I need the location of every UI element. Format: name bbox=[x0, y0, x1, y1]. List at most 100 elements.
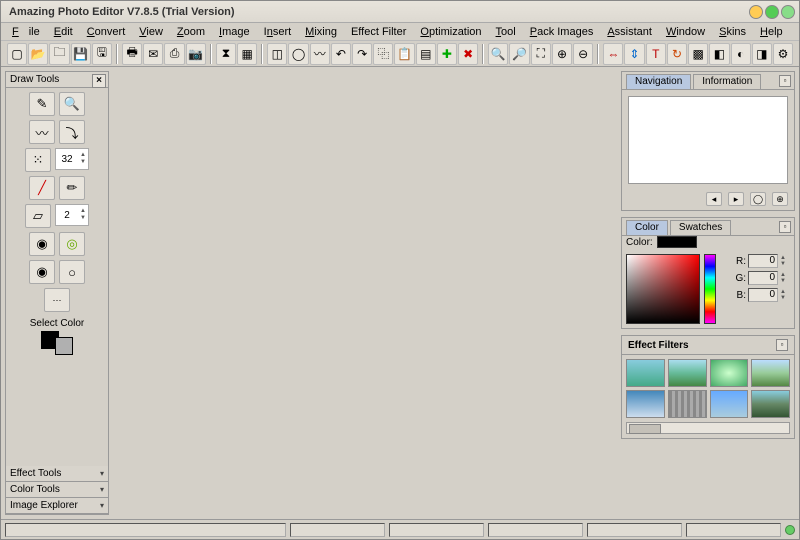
menu-insert[interactable]: Insert bbox=[259, 25, 297, 39]
brush-tool[interactable]: 〰 bbox=[29, 120, 55, 144]
color-tools-header[interactable]: Color Tools ▾ bbox=[6, 482, 108, 498]
new-file-icon[interactable]: ▢ bbox=[7, 43, 27, 65]
zoom-out-icon[interactable]: 🔎 bbox=[509, 43, 529, 65]
expand-arrow-icon[interactable]: ▾ bbox=[100, 469, 104, 478]
tab-navigation[interactable]: Navigation bbox=[626, 74, 691, 89]
color-gradient-picker[interactable] bbox=[626, 254, 700, 324]
curve-tool[interactable]: ⤵ bbox=[59, 120, 85, 144]
image-explorer-header[interactable]: Image Explorer ▾ bbox=[6, 498, 108, 514]
menu-pack-images[interactable]: Pack Images bbox=[525, 25, 599, 39]
timer-icon[interactable]: ⧗ bbox=[216, 43, 236, 65]
magnify-tool[interactable]: 🔍 bbox=[59, 92, 85, 116]
eyedropper-tool[interactable]: ✎ bbox=[29, 92, 55, 116]
browse-icon[interactable]: 🗀 bbox=[49, 43, 69, 65]
ring-tool[interactable]: ○ bbox=[59, 260, 85, 284]
circle-fill-tool[interactable]: ◉ bbox=[29, 232, 55, 256]
mail-icon[interactable]: ✉ bbox=[143, 43, 163, 65]
g-value[interactable]: 0 bbox=[748, 271, 778, 285]
menu-mixing[interactable]: Mixing bbox=[300, 25, 342, 39]
more-tools[interactable]: ⋯ bbox=[44, 288, 70, 312]
menu-window[interactable]: Window bbox=[661, 25, 710, 39]
effect-thumb[interactable] bbox=[626, 390, 665, 418]
refresh-icon[interactable]: ↻ bbox=[667, 43, 687, 65]
copy-icon[interactable]: ⿻ bbox=[373, 43, 393, 65]
levels-icon[interactable]: ◧ bbox=[709, 43, 729, 65]
select-rect-icon[interactable]: ◫ bbox=[267, 43, 287, 65]
menu-image[interactable]: Image bbox=[214, 25, 255, 39]
adjust-icon[interactable]: ▩ bbox=[688, 43, 708, 65]
radial-tool[interactable]: ◉ bbox=[29, 260, 55, 284]
paste-icon[interactable]: 📋 bbox=[394, 43, 414, 65]
undo-icon[interactable]: ↶ bbox=[331, 43, 351, 65]
layers-icon[interactable]: ▤ bbox=[416, 43, 436, 65]
nav-zoom-icon[interactable]: ⊕ bbox=[772, 192, 788, 206]
r-spinner[interactable]: ▲▼ bbox=[780, 255, 790, 267]
maximize-button[interactable] bbox=[765, 5, 779, 19]
batch-icon[interactable]: ▦ bbox=[237, 43, 257, 65]
menu-assistant[interactable]: Assistant bbox=[602, 25, 657, 39]
expand-arrow-icon[interactable]: ▾ bbox=[100, 501, 104, 510]
menu-file[interactable]: File bbox=[7, 25, 45, 39]
line-size-input[interactable] bbox=[56, 210, 78, 221]
navigation-preview[interactable] bbox=[628, 96, 788, 184]
menu-skins[interactable]: Skins bbox=[714, 25, 751, 39]
canvas-area[interactable] bbox=[109, 67, 621, 519]
zoom-fit-icon[interactable]: ⛶ bbox=[531, 43, 551, 65]
effect-thumb[interactable] bbox=[751, 359, 790, 387]
effect-thumb[interactable] bbox=[668, 390, 707, 418]
flip-v-icon[interactable]: ⇕ bbox=[624, 43, 644, 65]
lasso-icon[interactable]: 〰 bbox=[310, 43, 330, 65]
line-tool[interactable]: ╱ bbox=[29, 176, 55, 200]
panel-close-icon[interactable]: × bbox=[92, 74, 106, 88]
tab-color[interactable]: Color bbox=[626, 220, 668, 235]
zoom-actual-icon[interactable]: ⊕ bbox=[552, 43, 572, 65]
expand-arrow-icon[interactable]: ▾ bbox=[100, 485, 104, 494]
open-file-icon[interactable]: 📂 bbox=[28, 43, 48, 65]
minimize-button[interactable] bbox=[749, 5, 763, 19]
settings-icon[interactable]: ⚙ bbox=[773, 43, 793, 65]
nav-next-icon[interactable]: ▸ bbox=[728, 192, 744, 206]
effect-tools-header[interactable]: Effect Tools ▾ bbox=[6, 466, 108, 482]
menu-zoom[interactable]: Zoom bbox=[172, 25, 210, 39]
contrast-icon[interactable]: ◐ bbox=[731, 43, 751, 65]
zoom-in-icon[interactable]: 🔍 bbox=[488, 43, 508, 65]
menu-help[interactable]: Help bbox=[755, 25, 788, 39]
circle-green-tool[interactable]: ◎ bbox=[59, 232, 85, 256]
g-spinner[interactable]: ▲▼ bbox=[780, 272, 790, 284]
b-spinner[interactable]: ▲▼ bbox=[780, 289, 790, 301]
panel-menu-icon[interactable]: ▫ bbox=[776, 339, 788, 351]
nav-fit-icon[interactable]: ◯ bbox=[750, 192, 766, 206]
background-color-swatch[interactable] bbox=[55, 337, 73, 355]
delete-icon[interactable]: ✖ bbox=[458, 43, 478, 65]
text-icon[interactable]: T bbox=[646, 43, 666, 65]
crop-icon[interactable]: ✚ bbox=[437, 43, 457, 65]
effect-thumb[interactable] bbox=[668, 359, 707, 387]
r-value[interactable]: 0 bbox=[748, 254, 778, 268]
save-as-icon[interactable]: 🖫 bbox=[92, 43, 112, 65]
effect-thumb[interactable] bbox=[751, 390, 790, 418]
eraser-tool[interactable]: ▱ bbox=[25, 204, 51, 228]
brush-size-input[interactable] bbox=[56, 154, 78, 165]
tab-swatches[interactable]: Swatches bbox=[670, 220, 731, 235]
pencil-tool[interactable]: ✏ bbox=[59, 176, 85, 200]
menu-view[interactable]: View bbox=[134, 25, 168, 39]
spray-tool[interactable]: ⁙ bbox=[25, 148, 51, 172]
panel-menu-icon[interactable]: ▫ bbox=[779, 221, 791, 233]
effect-thumb[interactable] bbox=[710, 390, 749, 418]
b-value[interactable]: 0 bbox=[748, 288, 778, 302]
brush-size-spinner[interactable]: ▲▼ bbox=[55, 148, 89, 170]
menu-convert[interactable]: Convert bbox=[82, 25, 131, 39]
effect-thumb[interactable] bbox=[710, 359, 749, 387]
menu-optimization[interactable]: Optimization bbox=[415, 25, 486, 39]
menu-effect-filter[interactable]: Effect Filter bbox=[346, 25, 411, 39]
camera-icon[interactable]: 📷 bbox=[186, 43, 206, 65]
tab-information[interactable]: Information bbox=[693, 74, 761, 89]
redo-icon[interactable]: ↷ bbox=[352, 43, 372, 65]
flip-h-icon[interactable]: ⇔ bbox=[603, 43, 623, 65]
save-icon[interactable]: 💾 bbox=[71, 43, 91, 65]
histogram-icon[interactable]: ◨ bbox=[752, 43, 772, 65]
effect-thumb[interactable] bbox=[626, 359, 665, 387]
current-color-swatch[interactable] bbox=[657, 236, 697, 248]
close-button[interactable] bbox=[781, 5, 795, 19]
select-ellipse-icon[interactable]: ◯ bbox=[288, 43, 308, 65]
